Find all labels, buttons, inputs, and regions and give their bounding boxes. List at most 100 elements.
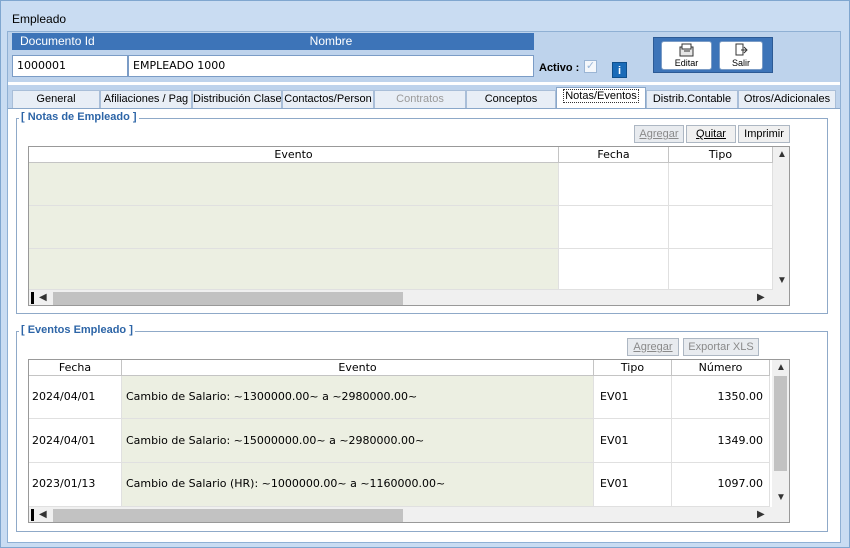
evento-numero-cell[interactable]: 1349.00 (672, 419, 770, 463)
notas-row-fecha (559, 249, 669, 290)
exportar-xls-button[interactable]: Exportar XLS (683, 338, 759, 356)
notas-col-evento[interactable]: Evento (29, 147, 559, 163)
name-field[interactable]: EMPLEADO 1000 (128, 55, 534, 77)
activo-label: Activo : (539, 62, 580, 74)
evento-numero: 1349.00 (717, 434, 764, 447)
notas-row-fecha (559, 206, 669, 249)
evento-tipo: EV01 (600, 434, 629, 447)
table-row[interactable]: 2024/04/01 (29, 376, 122, 419)
eventos-title: [ Eventos Empleado ] (19, 324, 135, 336)
evento-tipo-cell[interactable]: EV01 (594, 419, 672, 463)
evento-fecha: 2023/01/13 (32, 477, 96, 490)
notas-row (29, 206, 559, 249)
evento-numero-cell[interactable]: 1097.00 (672, 463, 770, 507)
tab-afiliaciones[interactable]: Afiliaciones / Pag (100, 90, 192, 108)
salir-label: Salir (731, 58, 750, 68)
evento-numero-cell[interactable]: 1350.00 (672, 376, 770, 419)
tab-distrib-contable[interactable]: Distrib.Contable (646, 90, 738, 108)
table-row[interactable]: 2023/01/13 (29, 463, 122, 507)
notas-hscroll[interactable]: ◀ ▶ (29, 290, 789, 305)
evento-tipo: EV01 (600, 477, 629, 490)
notas-hscroll-thumb[interactable] (53, 292, 403, 305)
eventos-col-tipo[interactable]: Tipo (594, 360, 672, 376)
tab-notas-eventos-label: Notas/Eventos (563, 89, 639, 103)
eventos-agregar-label: Agregar (633, 341, 673, 353)
toolbar: Editar Salir (653, 37, 773, 73)
tab-page-notas-eventos: [ Notas de Empleado ] Agregar Quitar Imp… (8, 108, 840, 542)
notas-agregar-label: Agregar (639, 128, 679, 140)
editar-label: Editar (674, 58, 699, 68)
row-selector-icon (31, 509, 34, 521)
tab-distribucion-clase[interactable]: Distribución Clase (192, 90, 282, 108)
notas-title: [ Notas de Empleado ] (19, 111, 139, 123)
evento-tipo-cell[interactable]: EV01 (594, 463, 672, 507)
notas-imprimir-button[interactable]: Imprimir (738, 125, 790, 143)
title-bar: Empleado (1, 1, 849, 31)
scroll-right-icon[interactable]: ▶ (757, 509, 765, 520)
notas-col-tipo[interactable]: Tipo (669, 147, 773, 163)
scroll-left-icon[interactable]: ◀ (39, 292, 47, 303)
evento-fecha: 2024/04/01 (32, 390, 96, 403)
notas-row-tipo (669, 249, 773, 290)
tab-otros-adicionales[interactable]: Otros/Adicionales (738, 90, 836, 108)
tab-general[interactable]: General (12, 90, 100, 108)
notas-agregar-button[interactable]: Agregar (634, 125, 684, 143)
eventos-grid[interactable]: Fecha Evento Tipo Número 2024/04/01 Camb… (28, 359, 790, 523)
exportar-xls-label: Exportar XLS (688, 341, 754, 353)
evento-numero: 1350.00 (717, 390, 764, 403)
exit-icon (720, 43, 762, 58)
evento-descripcion: Cambio de Salario (HR): ~1000000.00~ a ~… (126, 477, 446, 490)
doc-id-label: Documento Id (12, 33, 128, 50)
edit-icon (662, 43, 711, 58)
notas-row-fecha (559, 163, 669, 206)
employee-window: Empleado Documento Id Nombre 1000001 EMP… (0, 0, 850, 548)
eventos-vscroll[interactable]: ▲ ▼ (772, 360, 789, 507)
info-button[interactable]: i (612, 62, 627, 78)
tab-contratos[interactable]: Contratos (374, 90, 466, 108)
tab-contactos[interactable]: Contactos/Person (282, 90, 374, 108)
doc-id-field[interactable]: 1000001 (12, 55, 128, 77)
notas-quitar-label: Quitar (696, 128, 726, 140)
evento-descripcion-cell[interactable]: Cambio de Salario: ~15000000.00~ a ~2980… (122, 419, 594, 463)
scroll-down-icon[interactable]: ▼ (777, 275, 787, 286)
window-title: Empleado (12, 12, 67, 26)
scroll-left-icon[interactable]: ◀ (39, 509, 47, 520)
evento-descripcion-cell[interactable]: Cambio de Salario (HR): ~1000000.00~ a ~… (122, 463, 594, 507)
tab-notas-eventos[interactable]: Notas/Eventos (556, 87, 646, 109)
table-row[interactable]: 2024/04/01 (29, 419, 122, 463)
check-icon: ✓ (585, 60, 596, 72)
eventos-agregar-button[interactable]: Agregar (627, 338, 679, 356)
notas-group: [ Notas de Empleado ] Agregar Quitar Imp… (16, 111, 828, 314)
scroll-down-icon[interactable]: ▼ (776, 492, 786, 503)
notas-imprimir-label: Imprimir (744, 128, 784, 140)
notas-grid[interactable]: Evento Fecha Tipo ▲ ▼ ◀ ▶ (28, 146, 790, 306)
eventos-col-numero[interactable]: Número (672, 360, 770, 376)
evento-numero: 1097.00 (717, 477, 764, 490)
eventos-hscroll[interactable]: ◀ ▶ (29, 507, 789, 522)
scroll-right-icon[interactable]: ▶ (757, 292, 765, 303)
tab-conceptos[interactable]: Conceptos (466, 90, 556, 108)
scroll-up-icon[interactable]: ▲ (777, 149, 787, 160)
notas-row-tipo (669, 206, 773, 249)
row-selector-icon (31, 292, 34, 304)
notas-col-fecha[interactable]: Fecha (559, 147, 669, 163)
evento-tipo: EV01 (600, 390, 629, 403)
editar-button[interactable]: Editar (661, 41, 712, 70)
eventos-col-fecha[interactable]: Fecha (29, 360, 122, 376)
notas-quitar-button[interactable]: Quitar (686, 125, 736, 143)
tab-bar: General Afiliaciones / Pag Distribución … (8, 85, 840, 109)
notas-row-tipo (669, 163, 773, 206)
evento-descripcion: Cambio de Salario: ~15000000.00~ a ~2980… (126, 434, 425, 447)
evento-descripcion: Cambio de Salario: ~1300000.00~ a ~29800… (126, 390, 418, 403)
salir-button[interactable]: Salir (719, 41, 763, 70)
notas-vscroll[interactable]: ▲ ▼ (773, 147, 789, 290)
eventos-col-evento[interactable]: Evento (122, 360, 594, 376)
evento-fecha: 2024/04/01 (32, 434, 96, 447)
activo-checkbox[interactable]: ✓ (584, 60, 597, 73)
eventos-hscroll-thumb[interactable] (53, 509, 403, 522)
scroll-up-icon[interactable]: ▲ (776, 362, 786, 373)
evento-descripcion-cell[interactable]: Cambio de Salario: ~1300000.00~ a ~29800… (122, 376, 594, 419)
eventos-vscroll-thumb[interactable] (774, 376, 787, 471)
evento-tipo-cell[interactable]: EV01 (594, 376, 672, 419)
window-client: Documento Id Nombre 1000001 EMPLEADO 100… (7, 31, 841, 543)
